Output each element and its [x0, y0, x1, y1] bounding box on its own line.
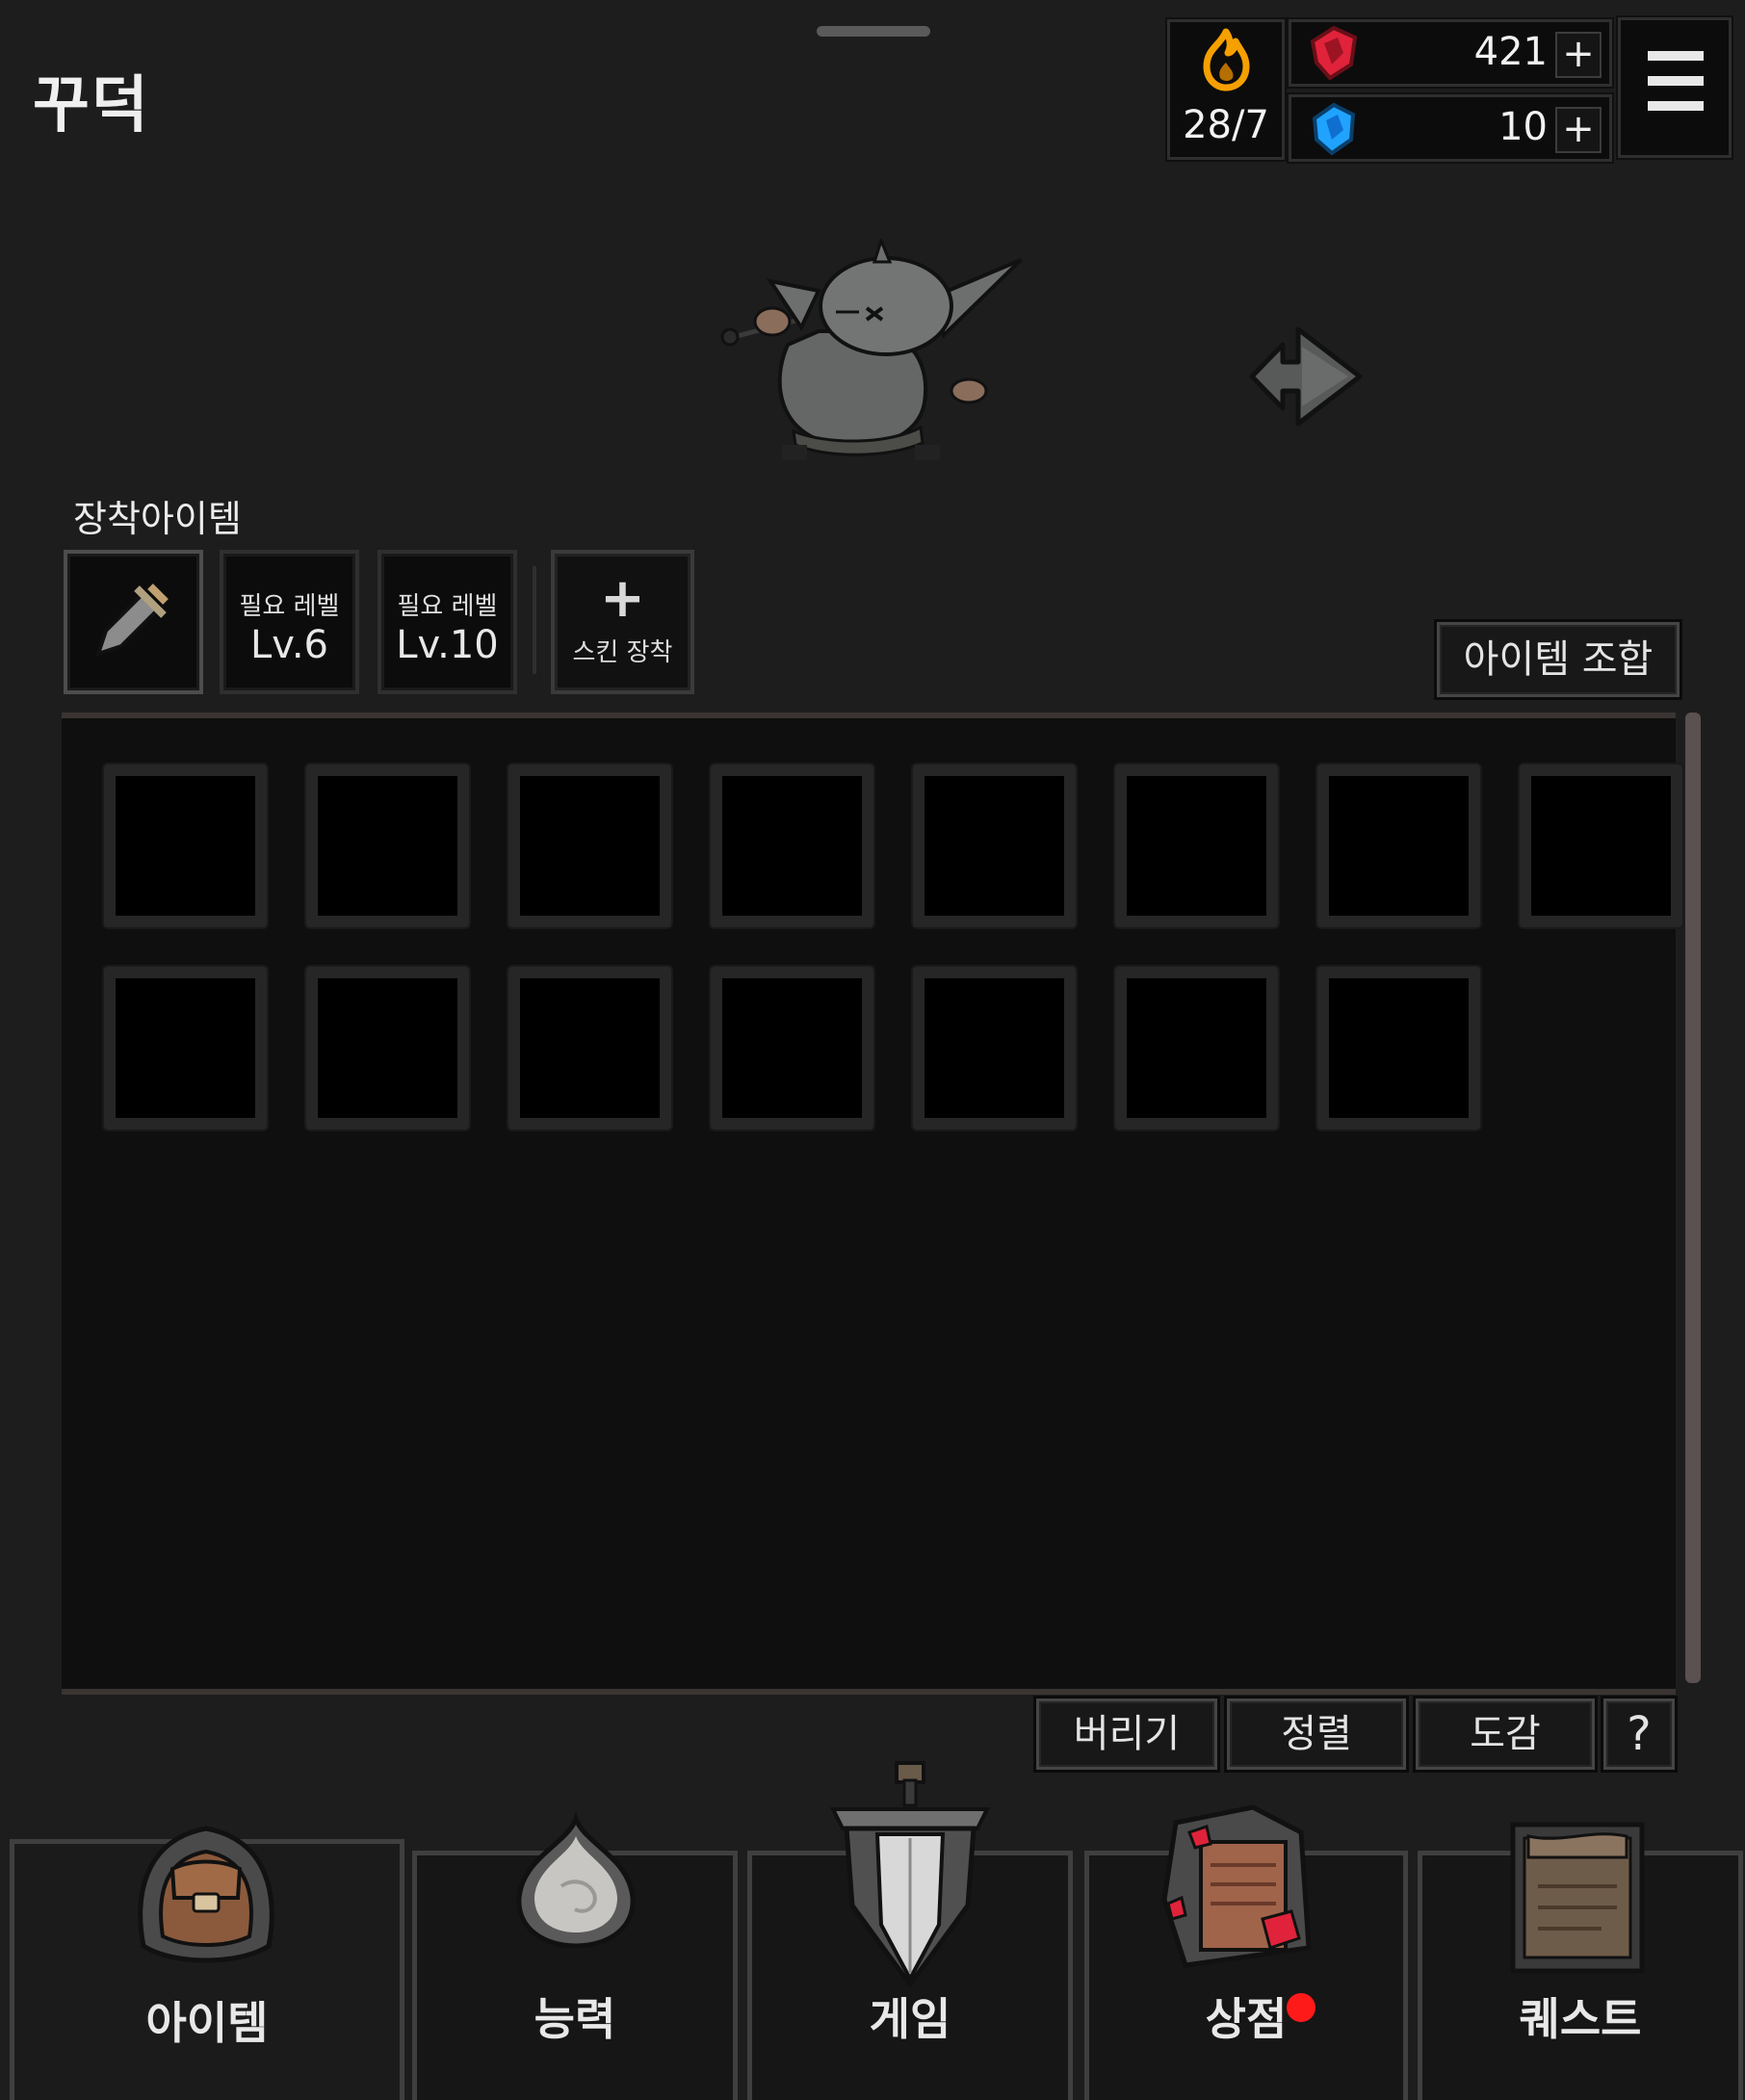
quest-scroll-icon	[1510, 1822, 1645, 1974]
nav-tab-ability[interactable]: 능력	[412, 1811, 738, 2100]
nav-tab-shop[interactable]: 상점	[1084, 1804, 1408, 2100]
onion-icon	[516, 1811, 636, 1949]
skin-equip-label: 스킨 장착	[572, 638, 673, 667]
required-level-label: 필요 레벨	[397, 592, 498, 621]
equipped-items-title: 장착아이템	[73, 498, 242, 540]
menu-button[interactable]	[1618, 17, 1732, 158]
inventory-slot[interactable]	[1520, 765, 1682, 927]
add-red-gem-button[interactable]: +	[1555, 32, 1602, 78]
blue-gem-amount: 10	[1498, 105, 1548, 149]
inventory-slot[interactable]	[711, 765, 873, 927]
red-gem-counter: 421 +	[1289, 19, 1612, 87]
required-level-value: Lv.10	[396, 623, 499, 667]
nav-label: 퀘스트	[1519, 1993, 1642, 2045]
drag-handle[interactable]	[817, 26, 930, 37]
red-gem-amount: 421	[1473, 30, 1548, 74]
sword-icon	[94, 583, 169, 658]
inventory-slot[interactable]	[1115, 967, 1278, 1129]
inventory-slot[interactable]	[508, 967, 671, 1129]
stamina-value: 28/7	[1183, 103, 1269, 147]
shop-notification-dot	[1287, 1993, 1315, 2022]
menu-icon	[1648, 51, 1704, 61]
plus-icon: +	[600, 567, 645, 630]
help-button[interactable]: ?	[1603, 1698, 1675, 1770]
blue-gem-counter: 10 +	[1289, 94, 1612, 162]
nav-label: 능력	[534, 1993, 616, 2045]
inventory-slot[interactable]	[508, 765, 671, 927]
backpack-icon	[138, 1826, 274, 1963]
nav-tab-item[interactable]: 아이템	[10, 1826, 404, 2100]
player-name: 꾸덕	[33, 70, 150, 142]
discard-button[interactable]: 버리기	[1036, 1698, 1217, 1770]
nav-label: 상점	[1205, 1993, 1288, 2045]
item-combine-button[interactable]: 아이템 조합	[1437, 622, 1680, 697]
required-level-value: Lv.6	[249, 623, 328, 667]
inventory-slot[interactable]	[913, 765, 1076, 927]
inventory-slot[interactable]	[306, 765, 469, 927]
inventory-slot[interactable]	[104, 967, 267, 1129]
nav-label: 아이템	[145, 1997, 269, 2049]
inventory-slot[interactable]	[1317, 967, 1480, 1129]
sort-button[interactable]: 정렬	[1227, 1698, 1406, 1770]
inventory-slot[interactable]	[104, 765, 267, 927]
collection-button[interactable]: 도감	[1416, 1698, 1595, 1770]
inventory-slot[interactable]	[913, 967, 1076, 1129]
equip-slot-weapon[interactable]	[64, 550, 203, 694]
inventory-slot[interactable]	[711, 967, 873, 1129]
nav-tab-quest[interactable]: 퀘스트	[1418, 1822, 1743, 2100]
blue-gem-icon	[1312, 102, 1356, 156]
divider	[533, 566, 536, 674]
red-gem-icon	[1310, 25, 1358, 81]
flame-icon	[1203, 28, 1250, 91]
stamina-counter: 28/7	[1167, 19, 1285, 160]
equip-slot-locked-1[interactable]: 필요 레벨 Lv.6	[220, 550, 359, 694]
inventory-slot[interactable]	[1115, 765, 1278, 927]
goblin-character[interactable]	[713, 239, 1030, 470]
nav-tab-game[interactable]: 게임	[747, 1761, 1073, 2100]
nav-label: 게임	[869, 1993, 951, 2045]
equip-slot-locked-2[interactable]: 필요 레벨 Lv.10	[378, 550, 517, 694]
add-blue-gem-button[interactable]: +	[1555, 107, 1602, 153]
sword-banner-icon	[829, 1761, 991, 1989]
required-level-label: 필요 레벨	[239, 592, 340, 621]
next-arrow-icon[interactable]	[1244, 324, 1367, 429]
inventory-scrollbar[interactable]	[1685, 713, 1701, 1683]
shop-scroll-icon	[1161, 1804, 1312, 1968]
skin-equip-button[interactable]: + 스킨 장착	[551, 550, 694, 694]
inventory-slot[interactable]	[306, 967, 469, 1129]
inventory-slot[interactable]	[1317, 765, 1480, 927]
